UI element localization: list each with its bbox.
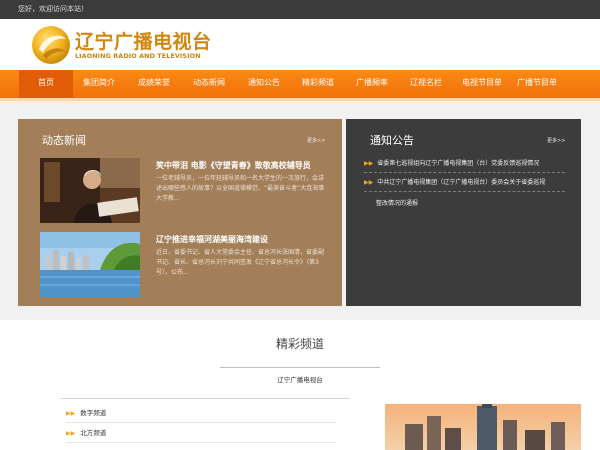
news-item-2-summary: 近日，省委书记、省人大常委会主任、省总河长张国清，省委副书记、省长、省总河长刘宁…	[156, 249, 325, 276]
notice-more-link[interactable]: 更多>>	[547, 137, 565, 144]
news-panel-title: 动态新闻	[42, 134, 86, 147]
nav-radio-schedule[interactable]: 广播节目单	[510, 70, 564, 98]
notice-item-2[interactable]: ▶▶ 中共辽宁广播电视集团（辽宁广播电视台）委员会关于省委巡视	[364, 174, 565, 192]
main-navigation: 首页 集团简介 成绩荣誉 动态新闻 通知公告 精彩频道 广播频率 辽视名栏 电视…	[0, 70, 600, 101]
channels-tab-lrtv[interactable]: 辽宁广播电视台	[220, 374, 380, 384]
news-item-1-summary: 一位老辅导员，一位年轻辅导员和一名大学生的一次旅行，会讲述出哪些感人的故事？以全…	[156, 175, 325, 202]
channel-item-2[interactable]: ▶▶ 北方频道	[66, 424, 336, 443]
notice-panel-title: 通知公告	[370, 134, 414, 147]
nav-famous-programs[interactable]: 辽视名栏	[402, 70, 450, 98]
notice-item-1-text: 省委第七巡视组向辽宁广播电视集团（台）党委反馈巡视情况	[377, 160, 540, 167]
logo-chinese-name: 辽宁广播电视台	[75, 31, 212, 53]
nav-radio-frequency[interactable]: 广播频率	[348, 70, 396, 98]
double-arrow-icon: ▶▶	[364, 160, 374, 167]
notice-item-2-text: 中共辽宁广播电视集团（辽宁广播电视台）委员会关于省委巡视	[377, 179, 546, 186]
channel-cover-image[interactable]	[385, 404, 581, 450]
nav-group-intro[interactable]: 集团简介	[76, 70, 122, 98]
nav-home[interactable]: 首页	[19, 70, 73, 98]
double-arrow-icon: ▶▶	[364, 179, 374, 186]
nav-honors[interactable]: 成绩荣誉	[130, 70, 178, 98]
channel-item-1[interactable]: ▶▶ 数字频道	[66, 404, 336, 423]
notice-item-1[interactable]: ▶▶ 省委第七巡视组向辽宁广播电视集团（台）党委反馈巡视情况	[364, 155, 565, 173]
news-thumbnail-2[interactable]	[40, 232, 140, 297]
news-thumbnail-1[interactable]	[40, 158, 140, 223]
header: 辽宁广播电视台 LIAONING RADIO AND TELEVISION	[0, 19, 600, 70]
top-welcome-bar: 您好，欢迎访问本站！	[0, 0, 600, 19]
logo-english-name: LIAONING RADIO AND TELEVISION	[75, 52, 201, 60]
notice-item-2-continuation[interactable]: 整改情况的通报	[376, 198, 418, 207]
section-divider	[220, 367, 380, 368]
news-more-link[interactable]: 更多>>	[307, 137, 325, 144]
welcome-text: 您好，欢迎访问本站！	[18, 5, 88, 13]
double-arrow-icon: ▶▶	[66, 410, 76, 417]
channel-list-divider	[60, 398, 350, 399]
nav-news[interactable]: 动态新闻	[185, 70, 233, 98]
channel-item-1-label: 数字频道	[80, 409, 107, 417]
channel-item-3[interactable]: ▶▶	[66, 444, 336, 450]
channel-item-2-label: 北方频道	[80, 429, 107, 437]
news-panel: 动态新闻 更多>> 笑中带泪 电影《守望青春》致敬高校辅导员 一位老辅导员，一位…	[18, 119, 342, 306]
station-logo-icon[interactable]	[31, 25, 71, 65]
news-item-2-title[interactable]: 辽宁推进幸福河湖美丽海湾建设	[156, 234, 268, 245]
nav-notices[interactable]: 通知公告	[240, 70, 288, 98]
nav-tv-schedule[interactable]: 电视节目单	[455, 70, 509, 98]
double-arrow-icon: ▶▶	[66, 430, 76, 437]
nav-channels[interactable]: 精彩频道	[294, 70, 342, 98]
news-item-1-title[interactable]: 笑中带泪 电影《守望青春》致敬高校辅导员	[156, 160, 311, 171]
channels-section-title: 精彩频道	[275, 337, 324, 351]
notice-panel: 通知公告 更多>> ▶▶ 省委第七巡视组向辽宁广播电视集团（台）党委反馈巡视情况 …	[346, 119, 581, 306]
